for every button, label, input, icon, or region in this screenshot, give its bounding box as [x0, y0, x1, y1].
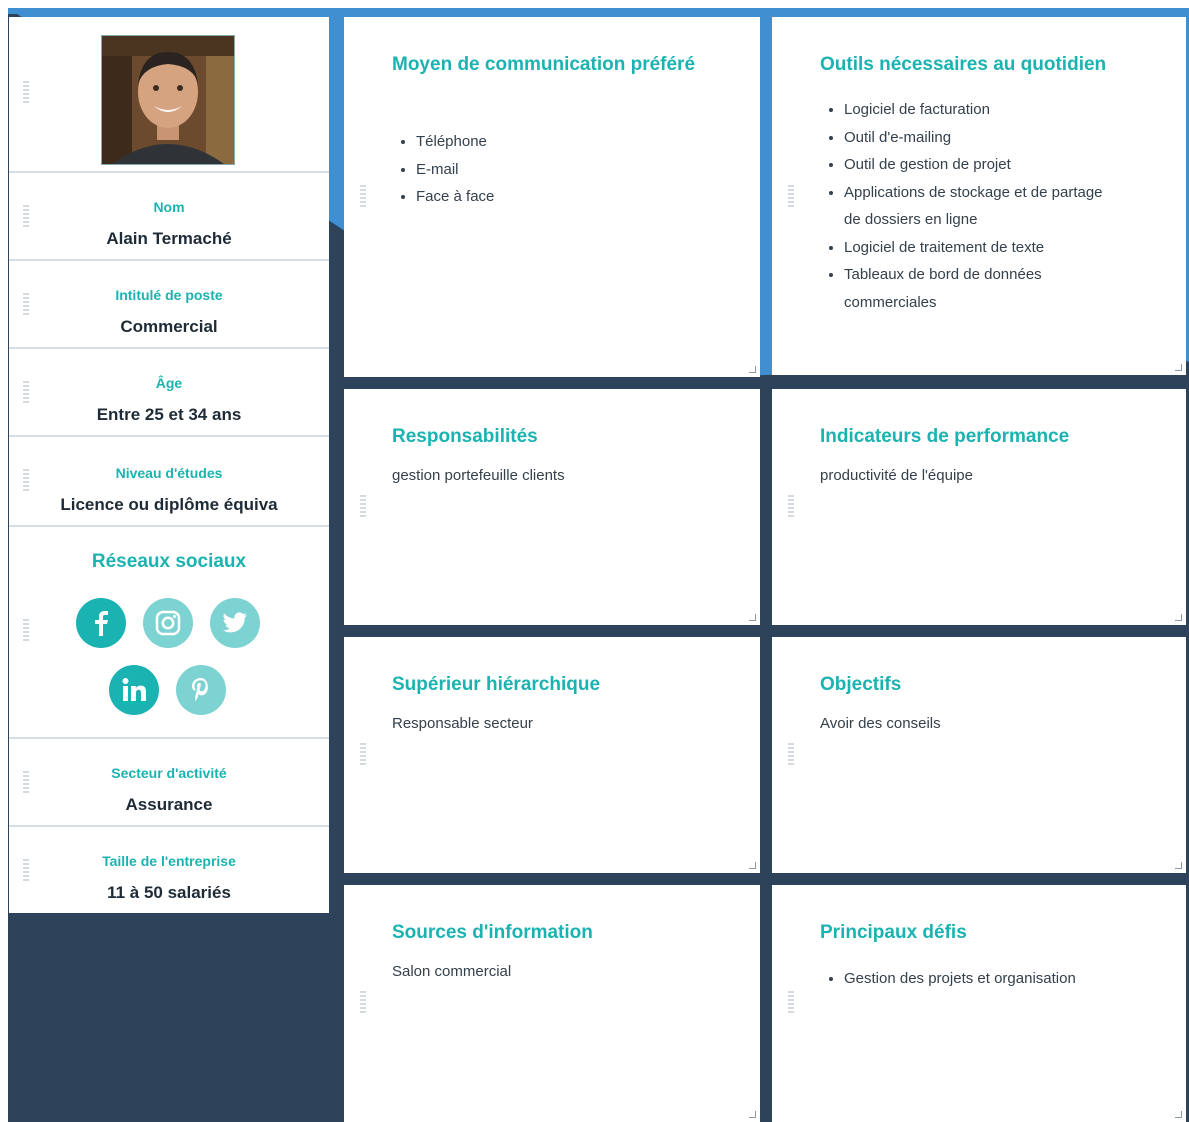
card-communication[interactable]: Moyen de communication préféré Téléphone…	[344, 17, 760, 377]
social-networks-block[interactable]: Réseaux sociaux	[9, 527, 329, 739]
education-value: Licence ou diplôme équiva	[60, 495, 278, 514]
list-item: E-mail	[416, 156, 494, 184]
avatar	[101, 35, 235, 165]
card-responsibilities[interactable]: Responsabilités gestion portefeuille cli…	[344, 389, 760, 625]
drag-handle-icon[interactable]	[788, 991, 794, 1013]
card-title: Principaux défis	[820, 922, 967, 943]
sector-value: Assurance	[125, 795, 213, 814]
card-tools[interactable]: Outils nécessaires au quotidien Logiciel…	[772, 17, 1186, 375]
card-title: Moyen de communication préféré	[392, 54, 696, 75]
resize-handle-icon[interactable]	[749, 366, 756, 373]
list-item: Logiciel de facturation	[844, 96, 1104, 124]
list-item: Face à face	[416, 183, 494, 211]
name-field[interactable]: Nom Alain Termaché	[9, 173, 329, 261]
name-value: Alain Termaché	[106, 229, 232, 248]
drag-handle-icon[interactable]	[360, 991, 366, 1013]
drag-handle-icon[interactable]	[23, 81, 29, 103]
job-title-value: Commercial	[120, 317, 218, 336]
resize-handle-icon[interactable]	[1175, 862, 1182, 869]
drag-handle-icon[interactable]	[360, 495, 366, 517]
card-title: Indicateurs de performance	[820, 426, 1070, 447]
card-kpi[interactable]: Indicateurs de performance productivité …	[772, 389, 1186, 625]
resize-handle-icon[interactable]	[1175, 614, 1182, 621]
card-challenges[interactable]: Principaux défis Gestion des projets et …	[772, 885, 1186, 1122]
drag-handle-icon[interactable]	[360, 743, 366, 765]
challenges-list: Gestion des projets et organisation	[822, 965, 1076, 993]
instagram-icon[interactable]	[143, 598, 193, 648]
list-item: Tableaux de bord de données commerciales	[844, 261, 1104, 316]
list-item: Logiciel de traitement de texte	[844, 234, 1104, 262]
resize-handle-icon[interactable]	[749, 1111, 756, 1118]
list-item: Téléphone	[416, 128, 494, 156]
facebook-icon[interactable]	[76, 598, 126, 648]
education-field[interactable]: Niveau d'études Licence ou diplôme équiv…	[9, 437, 329, 527]
job-title-label: Intitulé de poste	[115, 287, 223, 303]
photo-block[interactable]	[9, 17, 329, 173]
company-size-label: Taille de l'entreprise	[102, 853, 236, 869]
top-accent-line	[8, 8, 1189, 14]
card-title: Sources d'information	[392, 922, 593, 943]
tools-list: Logiciel de facturation Outil d'e-mailin…	[822, 96, 1104, 316]
drag-handle-icon[interactable]	[788, 185, 794, 207]
pinterest-icon[interactable]	[176, 665, 226, 715]
resize-handle-icon[interactable]	[749, 614, 756, 621]
card-sources[interactable]: Sources d'information Salon commercial	[344, 885, 760, 1122]
card-text: Salon commercial	[392, 963, 512, 980]
drag-handle-icon[interactable]	[360, 185, 366, 207]
card-title: Responsabilités	[392, 426, 538, 447]
card-manager[interactable]: Supérieur hiérarchique Responsable secte…	[344, 637, 760, 873]
linkedin-icon[interactable]	[109, 665, 159, 715]
profile-column: Nom Alain Termaché Intitulé de poste Com…	[9, 17, 329, 913]
communication-list: Téléphone E-mail Face à face	[394, 128, 494, 211]
card-title: Objectifs	[820, 674, 902, 695]
drag-handle-icon[interactable]	[23, 619, 29, 641]
drag-handle-icon[interactable]	[788, 743, 794, 765]
resize-handle-icon[interactable]	[749, 862, 756, 869]
sector-label: Secteur d'activité	[111, 765, 227, 781]
job-title-field[interactable]: Intitulé de poste Commercial	[9, 261, 329, 349]
age-label: Âge	[155, 375, 183, 391]
company-size-field[interactable]: Taille de l'entreprise 11 à 50 salariés	[9, 827, 329, 913]
card-title: Supérieur hiérarchique	[392, 674, 601, 695]
card-text: Avoir des conseils	[820, 715, 941, 732]
card-title: Outils nécessaires au quotidien	[820, 54, 1107, 75]
sector-field[interactable]: Secteur d'activité Assurance	[9, 739, 329, 827]
list-item: Outil de gestion de projet	[844, 151, 1104, 179]
card-objectives[interactable]: Objectifs Avoir des conseils	[772, 637, 1186, 873]
resize-handle-icon[interactable]	[1175, 1111, 1182, 1118]
name-label: Nom	[153, 199, 185, 215]
card-text: productivité de l'équipe	[820, 467, 973, 484]
twitter-icon[interactable]	[210, 598, 260, 648]
list-item: Outil d'e-mailing	[844, 124, 1104, 152]
list-item: Applications de stockage et de partage d…	[844, 179, 1104, 234]
card-text: gestion portefeuille clients	[392, 467, 565, 484]
age-value: Entre 25 et 34 ans	[96, 405, 242, 424]
resize-handle-icon[interactable]	[1175, 364, 1182, 371]
education-label: Niveau d'études	[115, 465, 223, 481]
social-networks-title: Réseaux sociaux	[91, 551, 247, 572]
list-item: Gestion des projets et organisation	[844, 965, 1076, 993]
age-field[interactable]: Âge Entre 25 et 34 ans	[9, 349, 329, 437]
drag-handle-icon[interactable]	[788, 495, 794, 517]
card-text: Responsable secteur	[392, 715, 533, 732]
company-size-value: 11 à 50 salariés	[107, 883, 231, 902]
